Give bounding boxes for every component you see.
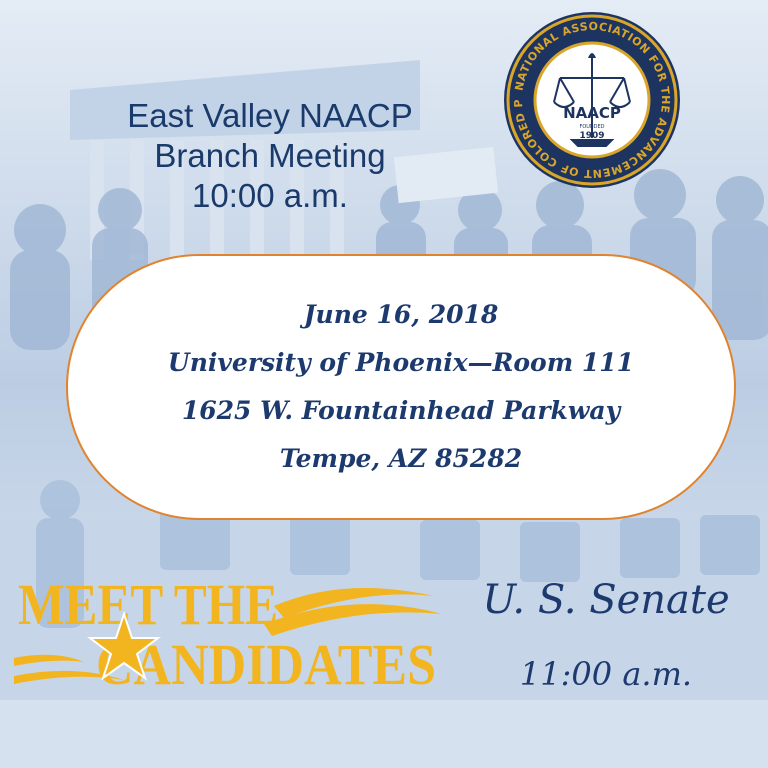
header-line-organization: East Valley NAACP bbox=[127, 97, 413, 134]
meeting-header: East Valley NAACP Branch Meeting 10:00 a… bbox=[100, 96, 440, 216]
header-line-meeting: Branch Meeting bbox=[154, 137, 386, 174]
event-venue: University of Phoenix—Room 111 bbox=[167, 348, 635, 377]
event-date: June 16, 2018 bbox=[303, 300, 499, 329]
seal-founded-label: FOUNDED bbox=[579, 124, 604, 130]
naacp-seal-logo: NATIONAL ASSOCIATION FOR THE ADVANCEMENT… bbox=[502, 10, 680, 188]
event-street: 1625 W. Fountainhead Parkway bbox=[181, 396, 621, 425]
seal-name: NAACP bbox=[563, 104, 621, 122]
event-city: Tempe, AZ 85282 bbox=[279, 444, 523, 473]
meet-the-candidates-logo: MEET THE CANDIDATES bbox=[14, 572, 442, 696]
senate-race-time: 11:00 a.m. bbox=[519, 655, 693, 693]
senate-race-title: U. S. Senate bbox=[482, 577, 730, 623]
header-line-time: 10:00 a.m. bbox=[192, 177, 348, 214]
meet-the-text: MEET THE bbox=[18, 572, 278, 637]
event-details-box: June 16, 2018 University of Phoenix—Room… bbox=[66, 254, 736, 520]
seal-founded-year: 1909 bbox=[579, 131, 604, 141]
